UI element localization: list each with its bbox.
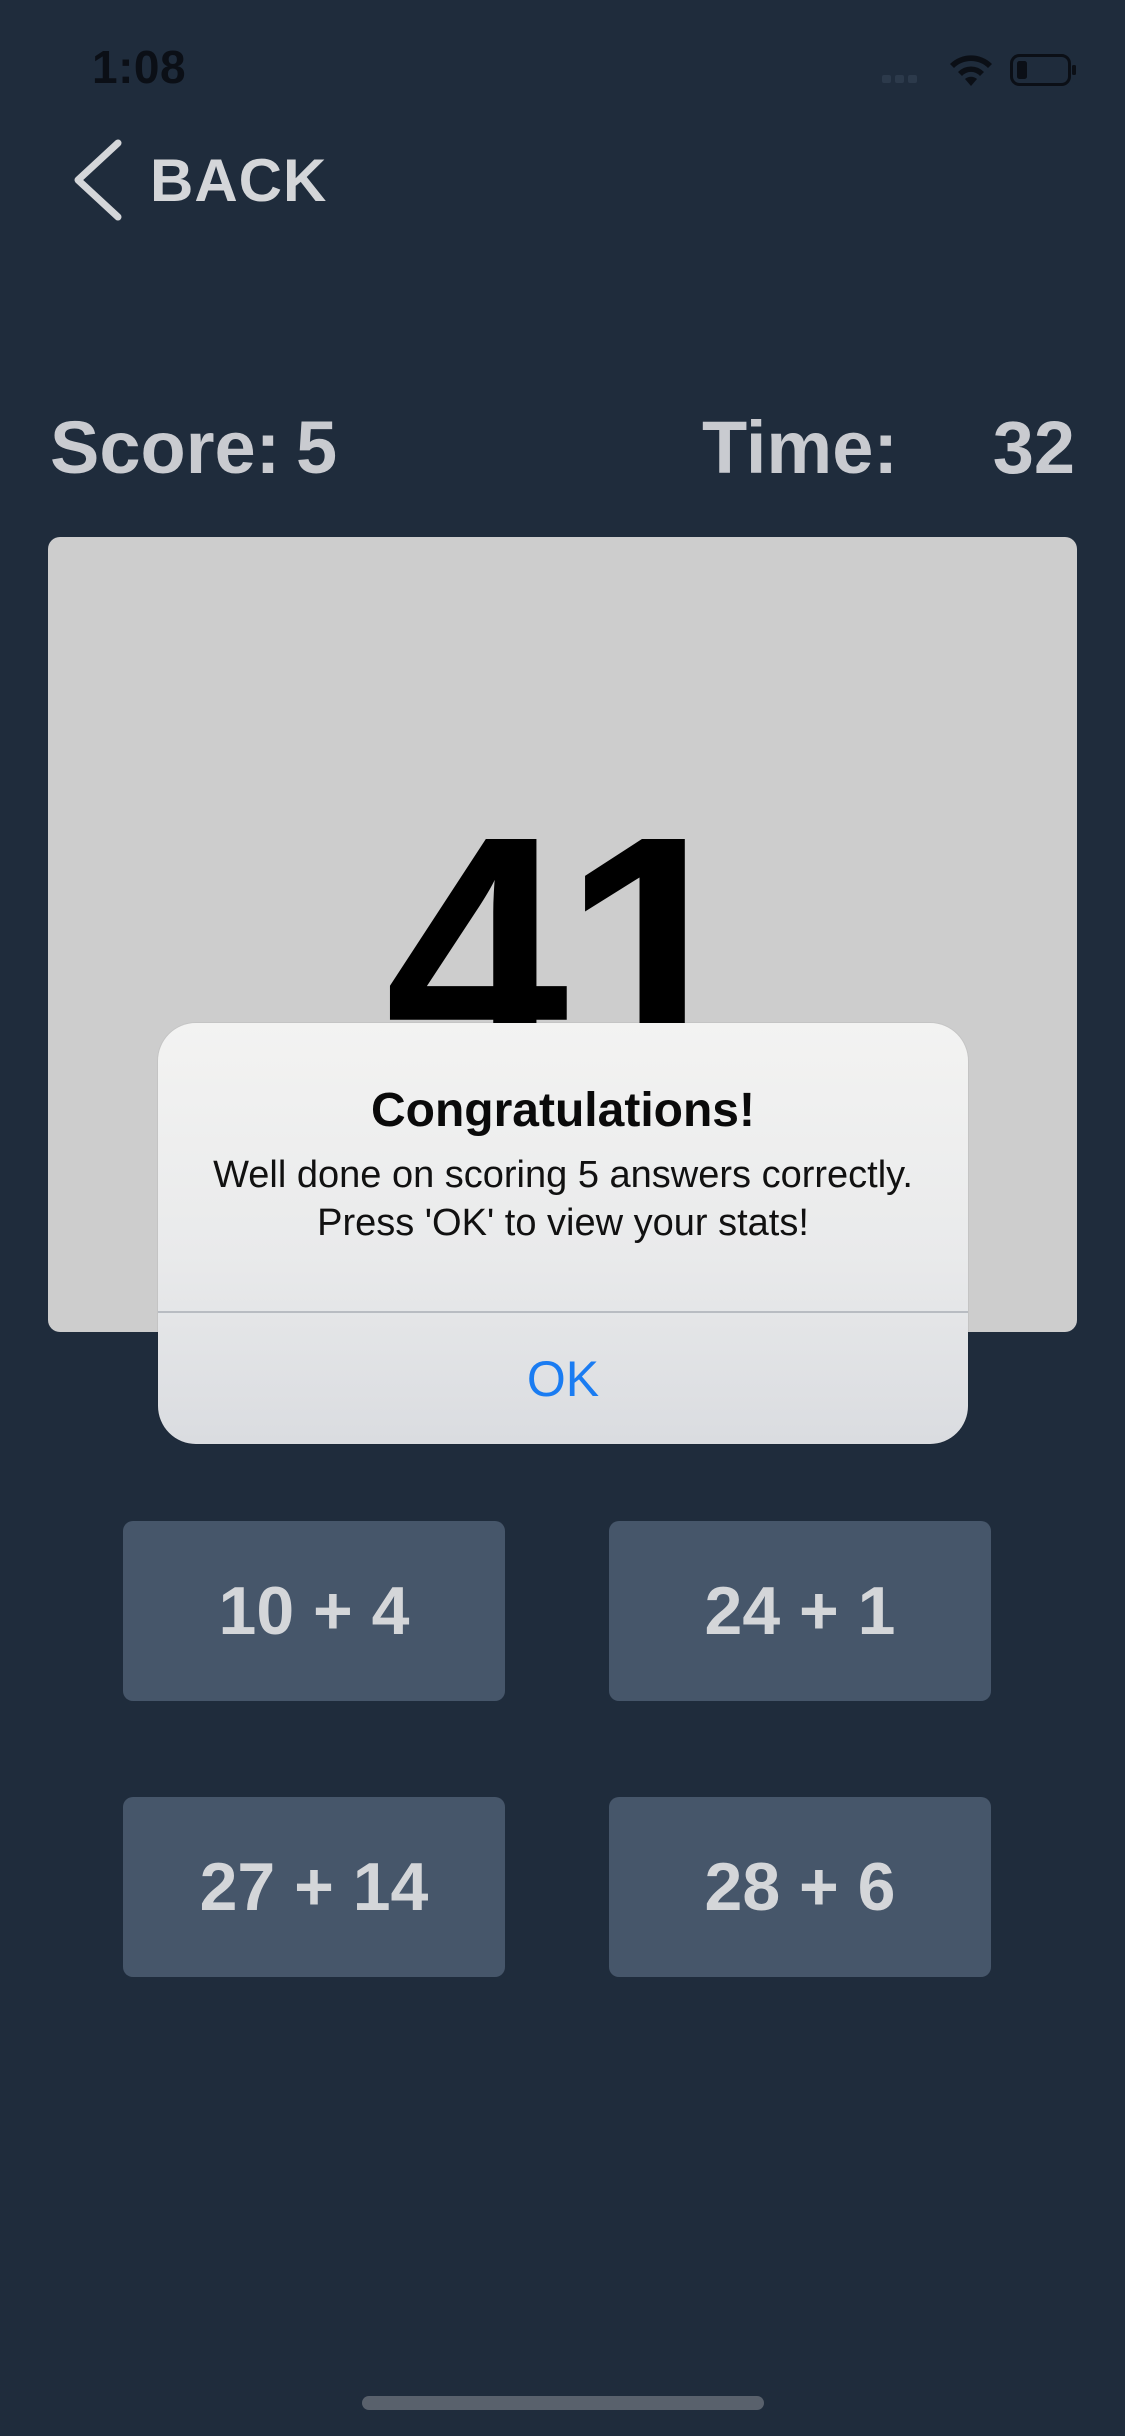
ok-button[interactable]: OK xyxy=(158,1313,968,1444)
battery-icon xyxy=(1010,54,1076,86)
back-label: BACK xyxy=(150,146,328,214)
signal-icon xyxy=(882,70,934,83)
answer-button[interactable]: 10 + 4 xyxy=(123,1521,505,1701)
time-value: 32 xyxy=(992,406,1075,489)
back-button[interactable]: BACK xyxy=(70,130,327,230)
answer-button[interactable]: 24 + 1 xyxy=(609,1521,991,1701)
alert-title: Congratulations! xyxy=(371,1084,755,1137)
score-label: Score: xyxy=(50,406,281,489)
score-value: 5 xyxy=(296,406,338,489)
time-label: Time: xyxy=(702,406,899,489)
status-time: 1:08 xyxy=(92,41,187,93)
answer-button[interactable]: 27 + 14 xyxy=(123,1797,505,1977)
alert-message: Well done on scoring 5 answers correctly… xyxy=(213,1154,913,1244)
answer-button[interactable]: 28 + 6 xyxy=(609,1797,991,1977)
chevron-left-icon xyxy=(74,139,122,221)
home-indicator[interactable] xyxy=(362,2396,764,2410)
congratulations-alert: Congratulations! Well done on scoring 5 … xyxy=(158,1023,968,1444)
wifi-icon xyxy=(950,55,992,86)
